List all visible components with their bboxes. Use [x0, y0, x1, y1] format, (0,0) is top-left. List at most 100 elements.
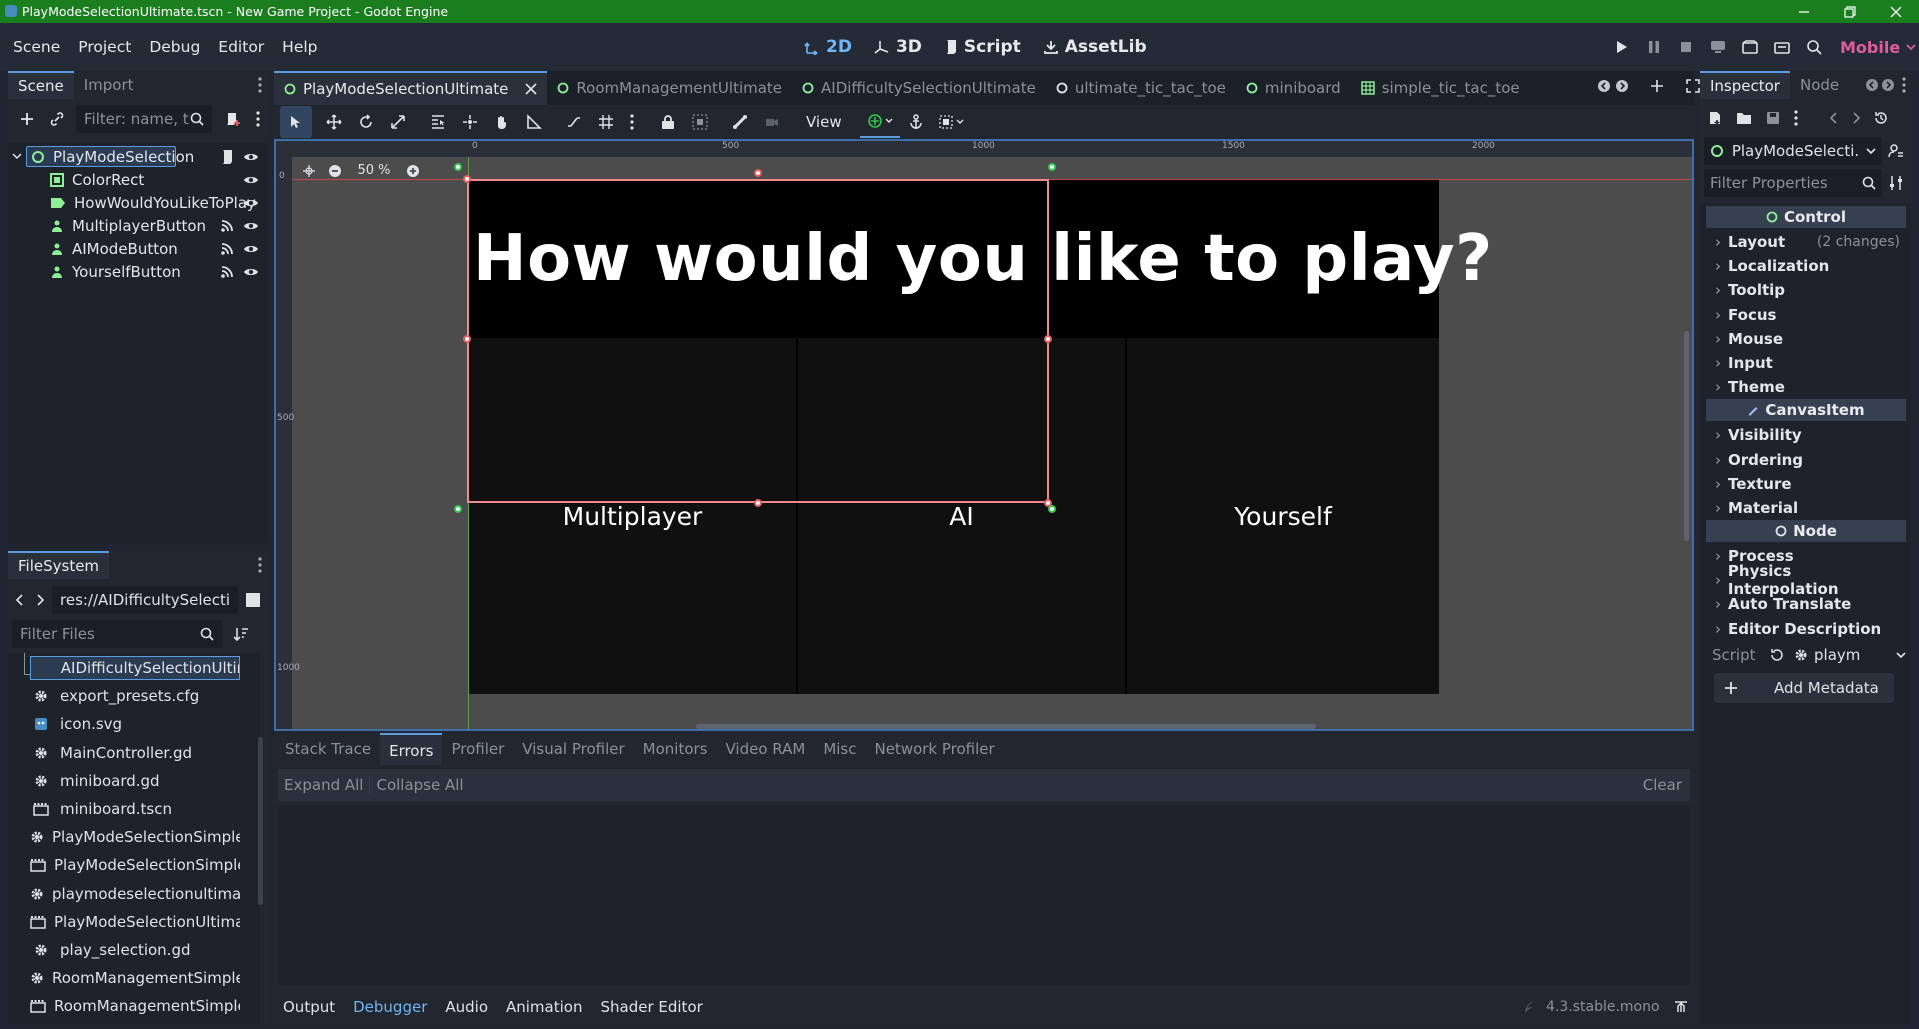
- inspector-section[interactable]: › Focus: [1706, 303, 1906, 327]
- resize-handle[interactable]: [754, 169, 762, 177]
- anchor-presets-icon[interactable]: [859, 106, 900, 138]
- scene-tab[interactable]: AIDifficultySelectionUltimate: [792, 71, 1046, 105]
- play-icon[interactable]: [1608, 33, 1636, 61]
- inspected-object-selector[interactable]: PlayModeSelecti...: [1704, 137, 1882, 165]
- signal-icon[interactable]: [220, 242, 234, 256]
- skeleton-bone-icon[interactable]: [724, 106, 756, 138]
- group-icon[interactable]: [684, 106, 716, 138]
- view-menu[interactable]: View: [796, 113, 852, 131]
- menu-scene[interactable]: Scene: [4, 23, 69, 71]
- resource-more-icon[interactable]: [1794, 110, 1798, 126]
- visibility-eye-icon[interactable]: [243, 197, 259, 209]
- menu-help[interactable]: Help: [273, 23, 326, 71]
- lock-icon[interactable]: [652, 106, 684, 138]
- pin-panel-icon[interactable]: [1674, 1000, 1688, 1014]
- close-tab-icon[interactable]: [525, 83, 537, 95]
- stop-icon[interactable]: [1672, 33, 1700, 61]
- zoom-in-icon[interactable]: [406, 164, 420, 178]
- tab-import[interactable]: Import: [74, 71, 144, 99]
- clear-button[interactable]: Clear: [1643, 776, 1682, 794]
- attach-script-icon[interactable]: [218, 104, 248, 134]
- file-list-item[interactable]: RoomManagementSimple...: [8, 964, 240, 992]
- canvas-viewport[interactable]: 0 500 1000 1500 2000 0 500 1000 50 % How…: [274, 139, 1694, 731]
- scroll-tabs-left-icon[interactable]: [1866, 79, 1878, 91]
- debugger-tab[interactable]: Misc: [814, 733, 865, 765]
- play-scene-icon[interactable]: [1736, 33, 1764, 61]
- resize-handle[interactable]: [463, 175, 471, 183]
- file-list-item[interactable]: miniboard.tscn: [8, 795, 240, 823]
- scale-mode-icon[interactable]: [382, 106, 414, 138]
- scene-tab[interactable]: miniboard: [1236, 71, 1351, 105]
- file-list-item[interactable]: PlayModeSelectionSimple...: [8, 823, 240, 851]
- history-icon[interactable]: [1874, 111, 1888, 125]
- debugger-tab[interactable]: Monitors: [634, 733, 717, 765]
- menu-project[interactable]: Project: [69, 23, 140, 71]
- restore-icon[interactable]: [1827, 0, 1873, 23]
- scene-tree-node[interactable]: MultiplayerButton: [8, 214, 268, 237]
- visibility-eye-icon[interactable]: [243, 151, 259, 163]
- workspace-script-button[interactable]: Script: [938, 23, 1027, 71]
- file-list-item[interactable]: playmodeselectionultimat...: [8, 880, 240, 908]
- grid-snap-icon[interactable]: [590, 106, 622, 138]
- debugger-tab[interactable]: Profiler: [442, 733, 513, 765]
- workspace-assetlib-button[interactable]: AssetLib: [1037, 23, 1153, 71]
- ruler-mode-icon[interactable]: [518, 106, 550, 138]
- renderer-selector[interactable]: Mobile: [1840, 23, 1916, 71]
- workspace-3d-button[interactable]: 3D: [868, 23, 928, 71]
- inspector-section[interactable]: › Texture: [1706, 472, 1906, 496]
- scroll-tabs-right-icon[interactable]: [1882, 79, 1894, 91]
- dock-menu-icon[interactable]: [258, 557, 262, 573]
- dock-menu-icon[interactable]: [258, 77, 262, 93]
- zoom-level[interactable]: 50 %: [354, 163, 394, 178]
- scroll-tabs-left-icon[interactable]: [1598, 80, 1610, 92]
- pan-mode-icon[interactable]: [486, 106, 518, 138]
- distraction-free-icon[interactable]: [1686, 79, 1700, 93]
- inspector-section[interactable]: › Tooltip: [1706, 278, 1906, 302]
- anchor-icon[interactable]: [900, 106, 932, 138]
- anchor-handle[interactable]: [454, 163, 462, 171]
- zoom-out-icon[interactable]: [328, 164, 342, 178]
- inspector-filter-input[interactable]: Filter Properties: [1704, 169, 1882, 197]
- scene-tab[interactable]: ultimate_tic_tac_toe: [1046, 71, 1236, 105]
- collapse-arrow-icon[interactable]: [12, 151, 22, 161]
- vertical-scrollbar[interactable]: [1684, 331, 1689, 541]
- selection-rect[interactable]: [467, 179, 1049, 503]
- anchor-handle[interactable]: [1048, 505, 1056, 513]
- resize-handle[interactable]: [463, 335, 471, 343]
- horizontal-scrollbar[interactable]: [696, 724, 1316, 729]
- inspector-section[interactable]: › Material: [1706, 496, 1906, 520]
- bottom-panel-tab[interactable]: Debugger: [344, 991, 436, 1023]
- list-select-icon[interactable]: [422, 106, 454, 138]
- script-icon[interactable]: [220, 149, 234, 165]
- split-mode-icon[interactable]: [242, 592, 264, 608]
- scroll-tabs-right-icon[interactable]: [1616, 80, 1628, 92]
- debugger-tab[interactable]: Network Profiler: [865, 733, 1003, 765]
- inspector-section[interactable]: › Ordering: [1706, 448, 1906, 472]
- scene-tree-node[interactable]: ColorRect: [8, 168, 268, 191]
- anchor-handle[interactable]: [1048, 163, 1056, 171]
- file-list-item[interactable]: PlayModeSelectionSimple...: [8, 851, 240, 879]
- workspace-2d-button[interactable]: 2D: [798, 23, 858, 71]
- bottom-panel-tab[interactable]: Output: [274, 991, 344, 1023]
- visibility-eye-icon[interactable]: [243, 243, 259, 255]
- file-list-scrollbar[interactable]: [258, 737, 263, 905]
- play-custom-scene-icon[interactable]: [1768, 33, 1796, 61]
- snap-options-icon[interactable]: [622, 106, 642, 138]
- file-list-item[interactable]: miniboard.gd: [8, 767, 240, 795]
- scene-tab[interactable]: RoomManagementUltimate: [547, 71, 792, 105]
- scene-more-icon[interactable]: [248, 104, 268, 134]
- file-list-item[interactable]: icon.svg: [8, 710, 240, 738]
- add-node-icon[interactable]: [12, 104, 42, 134]
- move-mode-icon[interactable]: [318, 106, 350, 138]
- visibility-eye-icon[interactable]: [243, 266, 259, 278]
- select-mode-icon[interactable]: [280, 106, 312, 138]
- scene-tab[interactable]: simple_tic_tac_toe: [1351, 71, 1530, 105]
- forward-icon[interactable]: [32, 594, 48, 606]
- expand-all-button[interactable]: Expand All: [278, 776, 371, 794]
- scene-tree-node[interactable]: AIModeButton: [8, 237, 268, 260]
- resize-handle[interactable]: [754, 499, 762, 507]
- filesystem-path-input[interactable]: res://AIDifficultySelection: [52, 586, 238, 614]
- file-list-item[interactable]: play_selection.gd: [8, 936, 240, 964]
- remote-debug-icon[interactable]: [1704, 33, 1732, 61]
- scene-tab[interactable]: PlayModeSelectionUltimate: [274, 71, 548, 105]
